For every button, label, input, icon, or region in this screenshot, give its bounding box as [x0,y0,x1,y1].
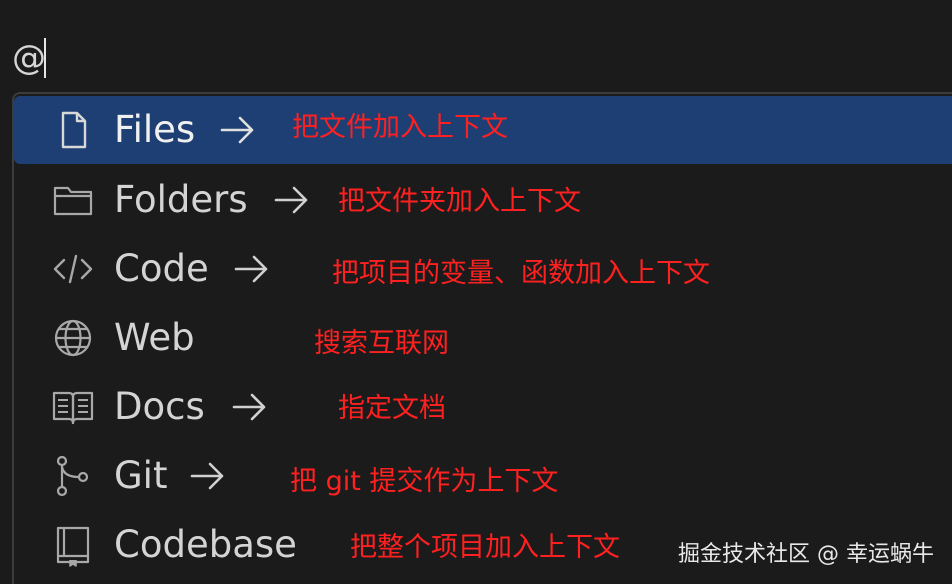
code-icon [50,246,96,292]
menu-item-label: Docs [114,385,205,428]
menu-item-label: Code [114,247,209,290]
annotation-web: 搜索互联网 [314,328,449,359]
arrow-right-icon [230,387,270,427]
file-icon [50,107,96,153]
mention-picker: @ Files Folders Code Web Docs Git Codeba… [0,0,952,584]
annotation-codebase: 把整个项目加入上下文 [350,532,620,563]
menu-item-docs[interactable]: Docs [14,373,952,441]
book-icon [50,384,96,430]
menu-item-label: Codebase [114,523,297,566]
arrow-right-icon [188,456,228,496]
chat-input-text[interactable]: @ [12,36,46,80]
text-caret [44,38,46,78]
menu-item-web[interactable]: Web [14,304,952,372]
menu-item-label: Web [114,316,195,359]
watermark: 掘金技术社区 @ 幸运蜗牛 [678,542,934,567]
arrow-right-icon [272,180,312,220]
chat-input[interactable]: @ [0,0,952,92]
arrow-right-icon [218,110,258,150]
annotation-files: 把文件加入上下文 [292,112,508,143]
menu-item-label: Files [114,108,196,151]
menu-item-label: Folders [114,178,248,221]
codebase-icon [50,522,96,568]
annotation-code: 把项目的变量、函数加入上下文 [332,258,710,289]
globe-icon [50,315,96,361]
annotation-folders: 把文件夹加入上下文 [338,186,581,217]
mention-menu: Files Folders Code Web Docs Git Codebase [12,92,952,584]
annotation-docs: 指定文档 [338,393,446,424]
git-branch-icon [50,453,96,499]
menu-item-label: Git [114,454,168,497]
folder-icon [50,177,96,223]
arrow-right-icon [232,249,272,289]
annotation-git: 把 git 提交作为上下文 [290,466,559,497]
